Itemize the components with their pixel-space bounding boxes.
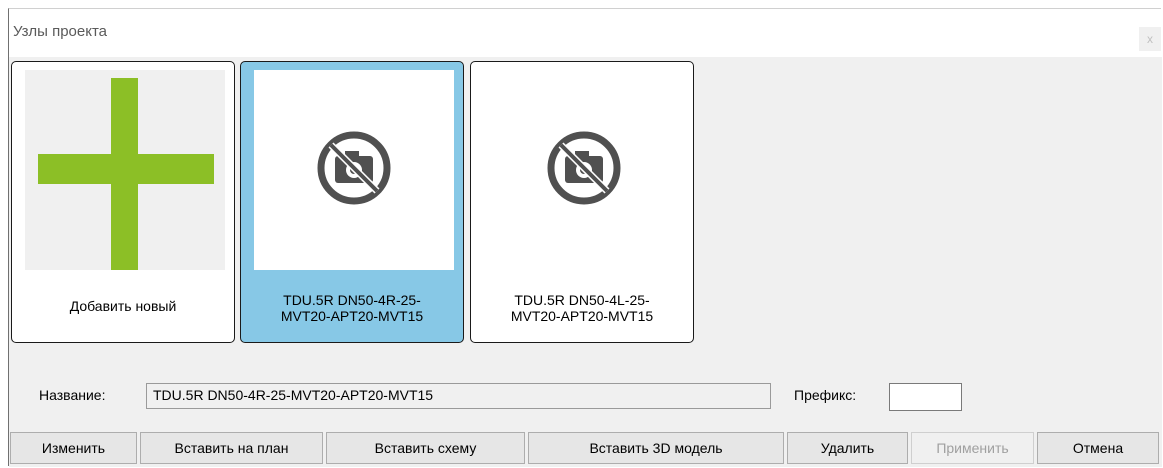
no-photo-icon — [547, 131, 621, 205]
tile-node-4l[interactable]: TDU.5R DN50-4L-25- MVT20-APT20-MVT15 — [470, 61, 694, 343]
node-form: Название: TDU.5R DN50-4R-25-MVT20-APT20-… — [9, 353, 1162, 467]
tile-caption: Добавить новый — [12, 298, 234, 314]
tile-node-4r[interactable]: TDU.5R DN50-4R-25- MVT20-APT20-MVT15 — [240, 61, 464, 343]
tile-caption-line1: Добавить новый — [69, 298, 177, 314]
tile-preview — [25, 70, 225, 270]
prefix-input[interactable] — [889, 383, 962, 411]
insert-scheme-button[interactable]: Вставить схему — [326, 432, 525, 464]
project-nodes-dialog: Узлы проекта x Добавить новый TDU.5R DN5… — [8, 8, 1162, 467]
plus-icon-horizontal — [38, 154, 214, 184]
close-icon: x — [1147, 32, 1153, 46]
tile-add-new[interactable]: Добавить новый — [11, 61, 235, 343]
tile-caption-line2: MVT20-APT20-MVT15 — [510, 308, 654, 324]
apply-button[interactable]: Применить — [911, 432, 1034, 464]
no-photo-icon — [317, 131, 391, 205]
name-field[interactable]: TDU.5R DN50-4R-25-MVT20-APT20-MVT15 — [146, 383, 771, 409]
cancel-button[interactable]: Отмена — [1037, 432, 1159, 464]
tile-caption-line1: TDU.5R DN50-4L-25- — [514, 292, 650, 308]
tile-preview — [254, 70, 454, 270]
tile-caption: TDU.5R DN50-4L-25- MVT20-APT20-MVT15 — [471, 292, 693, 324]
prefix-label: Префикс: — [794, 387, 857, 403]
tile-preview — [484, 70, 684, 270]
edit-button[interactable]: Изменить — [10, 432, 137, 464]
insert-3d-model-button[interactable]: Вставить 3D модель — [528, 432, 784, 464]
tile-caption: TDU.5R DN50-4R-25- MVT20-APT20-MVT15 — [241, 292, 463, 324]
name-label: Название: — [39, 387, 106, 403]
delete-button[interactable]: Удалить — [787, 432, 908, 464]
tile-caption-line2: MVT20-APT20-MVT15 — [280, 308, 424, 324]
tile-caption-line1: TDU.5R DN50-4R-25- — [283, 292, 421, 308]
close-button[interactable]: x — [1139, 27, 1161, 51]
dialog-title: Узлы проекта — [13, 23, 108, 40]
nodes-list: Добавить новый TDU.5R DN50-4R-25- MVT20-… — [9, 57, 1162, 353]
insert-plan-button[interactable]: Вставить на план — [140, 432, 323, 464]
title-bar: Узлы проекта x — [9, 9, 1162, 57]
